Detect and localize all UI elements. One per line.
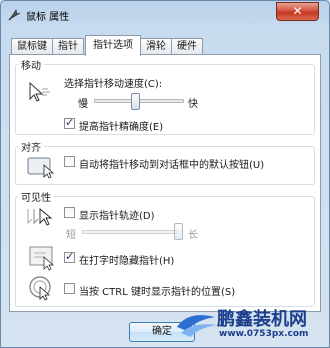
trails-slider-thumb[interactable] [174, 223, 183, 240]
pointer-trails-icon [27, 208, 53, 226]
pointer-speed-icon [29, 81, 50, 102]
show-location-label[interactable]: 当按 CTRL 键时显示指针的位置(S) [79, 283, 235, 298]
watermark-url: www.0753px.com [219, 329, 309, 339]
precision-label[interactable]: 提高指针精确度(E) [79, 118, 163, 133]
speed-label: 选择指针移动速度(C): [64, 79, 163, 90]
snap-to-icon [27, 157, 55, 179]
show-location-checkbox[interactable] [64, 283, 75, 294]
motion-legend: 移动 [21, 61, 41, 72]
tab-hardware[interactable]: 硬件 [171, 38, 203, 55]
trails-slider-track[interactable] [82, 230, 178, 234]
hide-while-typing-label[interactable]: 在打字时隐藏指针(H) [79, 252, 174, 267]
motion-group: 移动 [15, 57, 315, 135]
trails-checkbox[interactable] [64, 207, 75, 218]
short-label: 短 [66, 230, 76, 241]
hide-pointer-icon [29, 246, 55, 271]
snap-legend: 对齐 [21, 143, 41, 154]
precision-checkbox[interactable] [64, 116, 75, 129]
title-bar[interactable]: 鼠标 属性 ✕ [1, 1, 329, 29]
window-title: 鼠标 属性 [26, 12, 70, 23]
mouse-properties-window: 鼠标 属性 ✕ 鼠标键 指针 指针选项 滑轮 硬件 移动 选择指针移动速度(C)… [0, 0, 330, 348]
show-location-icon [29, 276, 51, 301]
tab-wheel[interactable]: 滑轮 [140, 38, 172, 55]
slow-label: 慢 [78, 99, 88, 110]
long-label: 长 [188, 230, 198, 241]
mouse-pointer-icon [8, 9, 21, 21]
site-watermark: 鹏鑫装机网 www.0753px.com [175, 305, 325, 343]
pointer-options-panel: 移动 选择指针移动速度(C): 慢 快 提高指针精确度(E) 对齐 自动将指针移… [9, 54, 321, 312]
snap-checkbox[interactable] [64, 156, 75, 167]
tab-pointer-options[interactable]: 指针选项 [85, 35, 141, 56]
tab-buttons[interactable]: 鼠标键 [11, 38, 53, 55]
site-logo-icon [177, 315, 217, 337]
speed-slider-thumb[interactable] [130, 93, 140, 110]
visibility-legend: 可见性 [21, 193, 51, 204]
tab-pointers[interactable]: 指针 [52, 38, 84, 55]
fast-label: 快 [188, 99, 198, 110]
snap-label[interactable]: 自动将指针移动到对话框中的默认按钮(U) [79, 156, 264, 171]
hide-while-typing-checkbox[interactable] [64, 250, 75, 263]
trails-label[interactable]: 显示指针轨迹(D) [79, 207, 155, 222]
watermark-title: 鹏鑫装机网 [217, 309, 307, 330]
close-button[interactable]: ✕ [276, 2, 319, 21]
